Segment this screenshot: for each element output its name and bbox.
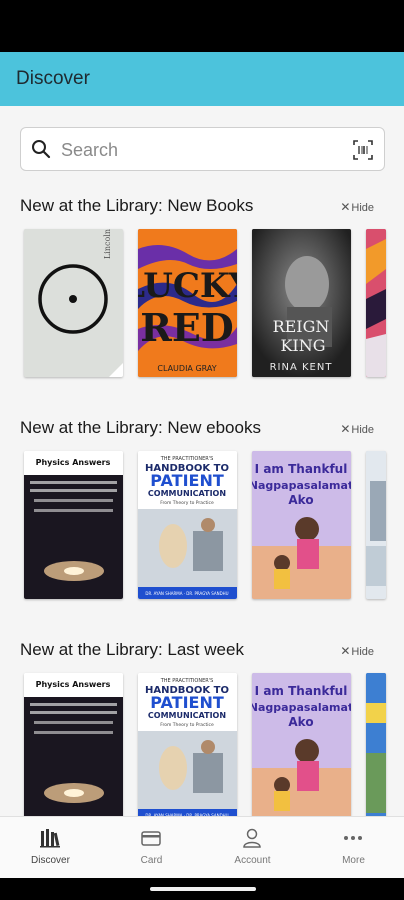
- nav-label: Account: [234, 855, 271, 866]
- cover-thankful-2: Nagpapasalamat: [252, 479, 351, 492]
- library-books-icon: [40, 829, 60, 848]
- book-cover[interactable]: Physics Answers: [24, 673, 123, 821]
- cover-carousel[interactable]: Physics Answers THE PRACTITIONER'S HANDB…: [0, 673, 404, 823]
- book-cover[interactable]: REIGN KING RINA KENT: [252, 229, 351, 377]
- cover-author: CLAUDIA GRAY: [157, 364, 216, 373]
- cover-art: REIGN KING RINA KENT: [252, 229, 351, 377]
- hide-button[interactable]: ✕Hide: [340, 644, 374, 658]
- home-indicator[interactable]: [150, 887, 256, 891]
- cover-art: Physics Answers: [24, 451, 123, 599]
- book-cover[interactable]: I am Thankful Nagpapasalamat Ako: [252, 451, 351, 599]
- book-cover[interactable]: I am Thankful Nagpapasalamat Ako: [252, 673, 351, 821]
- section-title: New at the Library: Last week: [20, 640, 244, 659]
- book-cover-partial[interactable]: [366, 229, 386, 377]
- book-cover-partial[interactable]: [366, 673, 386, 821]
- cover-art: [366, 229, 386, 377]
- close-icon: ✕: [340, 422, 351, 436]
- cover-title-physics: Physics Answers: [36, 680, 111, 689]
- book-cover[interactable]: Physics Answers: [24, 451, 123, 599]
- card-icon: [141, 831, 161, 846]
- cover-kicker: THE PRACTITIONER'S: [160, 678, 214, 684]
- search-icon: [32, 140, 51, 159]
- nav-label: Card: [140, 855, 163, 866]
- cover-art: Lincolnly: [24, 229, 123, 377]
- cover-thankful-2: Nagpapasalamat: [252, 701, 351, 714]
- cover-art: I am Thankful Nagpapasalamat Ako: [252, 673, 351, 821]
- cover-patient: PATIENT: [150, 693, 224, 712]
- close-icon: ✕: [340, 200, 351, 214]
- nav-more[interactable]: More: [303, 817, 404, 879]
- section-title: New at the Library: New Books: [20, 196, 254, 215]
- cover-art: [366, 451, 386, 599]
- cover-art: [366, 673, 386, 821]
- book-cover[interactable]: THE PRACTITIONER'S HANDBOOK TO PATIENT C…: [138, 673, 237, 821]
- account-icon: [243, 828, 261, 848]
- cover-title-physics: Physics Answers: [36, 458, 111, 467]
- cover-authors: DR. AYAN SHARMA · DR. PRAGYA SANDHU: [145, 591, 228, 596]
- hide-button[interactable]: ✕Hide: [340, 200, 374, 214]
- nav-account[interactable]: Account: [202, 817, 303, 879]
- close-icon: ✕: [340, 644, 351, 658]
- nav-label: Discover: [31, 855, 70, 866]
- cover-communication: COMMUNICATION: [148, 489, 226, 498]
- bottom-navigation: Discover Card Account More: [0, 816, 404, 878]
- more-dots-icon: [344, 836, 362, 840]
- search-placeholder: Search: [61, 140, 119, 160]
- cover-communication: COMMUNICATION: [148, 711, 226, 720]
- book-cover-partial[interactable]: [366, 451, 386, 599]
- cover-art: I am Thankful Nagpapasalamat Ako: [252, 451, 351, 599]
- nav-label: More: [342, 855, 365, 866]
- cover-thankful-1: I am Thankful: [255, 684, 348, 698]
- cover-patient: PATIENT: [150, 471, 224, 490]
- cover-thankful-3: Ako: [288, 715, 313, 729]
- screen: Discover Search New at the Library: New …: [0, 0, 404, 900]
- cover-subtitle: From Theory to Practice: [160, 722, 214, 728]
- cover-title-reign: REIGN: [273, 317, 330, 336]
- cover-art: LUCKY RED CLAUDIA GRAY: [138, 229, 237, 377]
- nav-discover[interactable]: Discover: [0, 817, 101, 879]
- cover-title-king: KING: [280, 336, 325, 355]
- cover-thankful-1: I am Thankful: [255, 462, 348, 476]
- hide-label: Hide: [351, 202, 374, 214]
- cover-title-lucky: LUCKY: [138, 266, 237, 306]
- nav-card[interactable]: Card: [101, 817, 202, 879]
- book-cover[interactable]: Lincolnly: [24, 229, 123, 377]
- cover-art: THE PRACTITIONER'S HANDBOOK TO PATIENT C…: [138, 673, 237, 821]
- cover-art: THE PRACTITIONER'S HANDBOOK TO PATIENT C…: [138, 451, 237, 599]
- cover-kicker: THE PRACTITIONER'S: [160, 456, 214, 462]
- cover-carousel[interactable]: Lincolnly LUCKY RED CLAUDIA GRAY: [0, 229, 404, 379]
- page-title: Discover: [16, 68, 90, 89]
- cover-thankful-3: Ako: [288, 493, 313, 507]
- hide-label: Hide: [351, 424, 374, 436]
- barcode-scan-icon[interactable]: [352, 139, 374, 161]
- status-bar: [0, 0, 404, 52]
- cover-art: Physics Answers: [24, 673, 123, 821]
- search-input[interactable]: Search: [20, 127, 385, 171]
- app-bar: Discover: [0, 52, 404, 106]
- section-title: New at the Library: New ebooks: [20, 418, 261, 437]
- book-cover[interactable]: THE PRACTITIONER'S HANDBOOK TO PATIENT C…: [138, 451, 237, 599]
- hide-label: Hide: [351, 646, 374, 658]
- cover-title-red: RED: [140, 305, 234, 350]
- cover-carousel[interactable]: Physics Answers THE PRACTITIONER'S HANDB…: [0, 451, 404, 601]
- hide-button[interactable]: ✕Hide: [340, 422, 374, 436]
- book-cover[interactable]: LUCKY RED CLAUDIA GRAY: [138, 229, 237, 377]
- cover-author-rina: RINA KENT: [270, 362, 333, 373]
- gesture-bar: [0, 878, 404, 900]
- cover-subtitle: From Theory to Practice: [160, 500, 214, 506]
- svg-text:Lincolnly: Lincolnly: [103, 229, 112, 259]
